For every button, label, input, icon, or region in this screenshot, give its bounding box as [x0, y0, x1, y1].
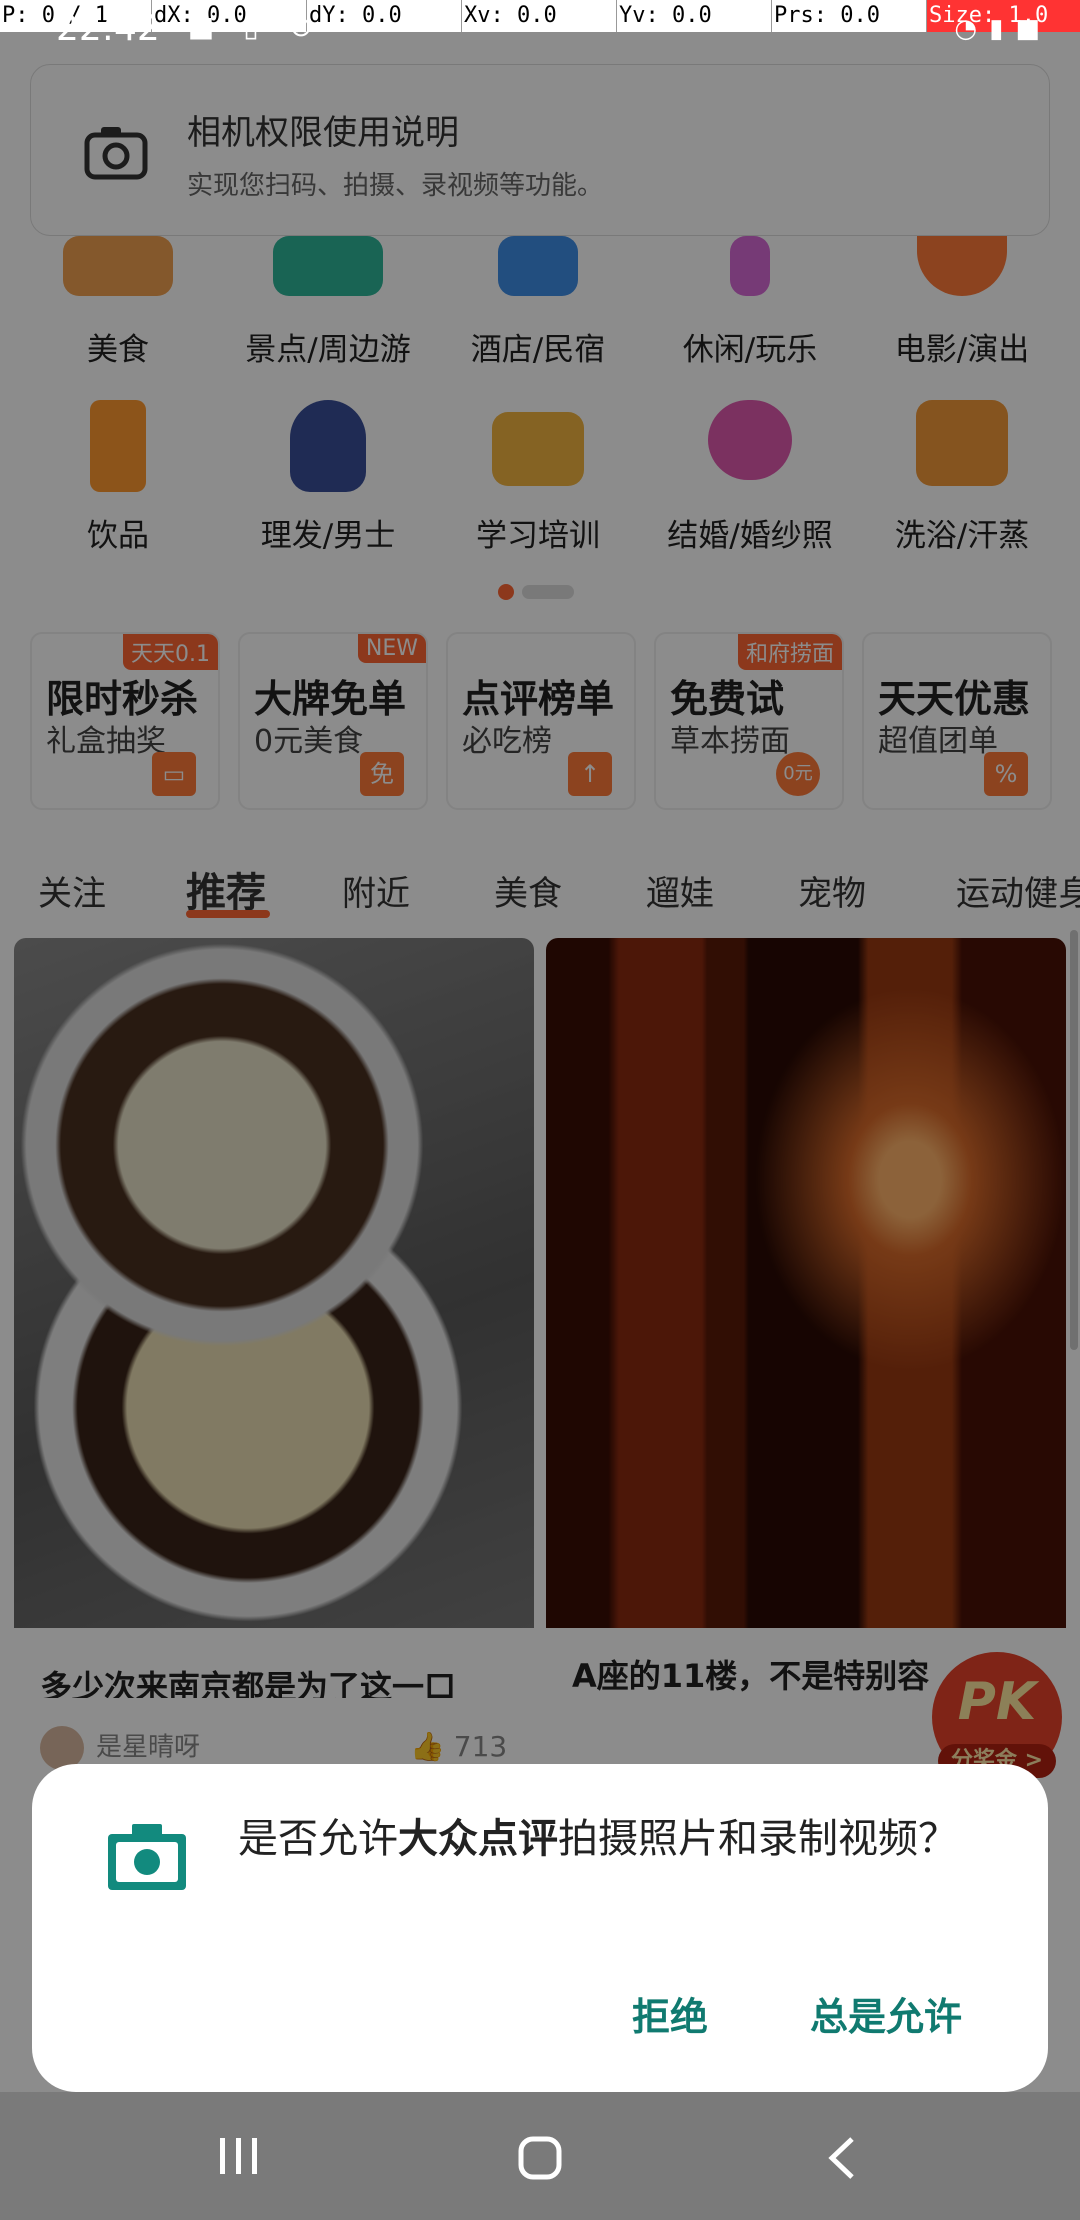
- camera-icon: [108, 1824, 186, 1890]
- phone-icon: ▯: [243, 10, 259, 43]
- home-icon[interactable]: [518, 2136, 562, 2180]
- message-suffix: 拍摄照片和录制视频？: [558, 1816, 958, 1862]
- battery-icon: ■: [1015, 14, 1040, 44]
- more-icon: ···: [337, 10, 365, 43]
- app-name: 大众点评: [398, 1816, 558, 1862]
- notification-icon: ■: [187, 10, 215, 43]
- recent-apps-icon[interactable]: [218, 2136, 260, 2176]
- camera-permission-dialog: 是否允许大众点评拍摄照片和录制视频？ 拒绝 总是允许: [32, 1764, 1048, 2092]
- deny-button[interactable]: 拒绝: [632, 1986, 708, 2041]
- wifi-icon: ◔: [954, 14, 978, 44]
- always-allow-button[interactable]: 总是允许: [810, 1986, 962, 2041]
- notification-icons: ■ ▯ ⊗ ···: [186, 12, 366, 42]
- signal-icon: ▮: [989, 14, 1004, 44]
- message-prefix: 是否允许: [238, 1816, 398, 1862]
- blocked-icon: ⊗: [289, 10, 313, 43]
- navigation-bar: [0, 2092, 1080, 2220]
- back-icon[interactable]: [826, 2136, 856, 2180]
- dialog-message: 是否允许大众点评拍摄照片和录制视频？: [238, 1812, 998, 1866]
- status-bar: 22:42 ■ ▯ ⊗ ··· ◔ ▮ ■: [0, 0, 1080, 64]
- clock: 22:42: [56, 8, 160, 49]
- system-icons: ◔ ▮ ■: [954, 14, 1040, 44]
